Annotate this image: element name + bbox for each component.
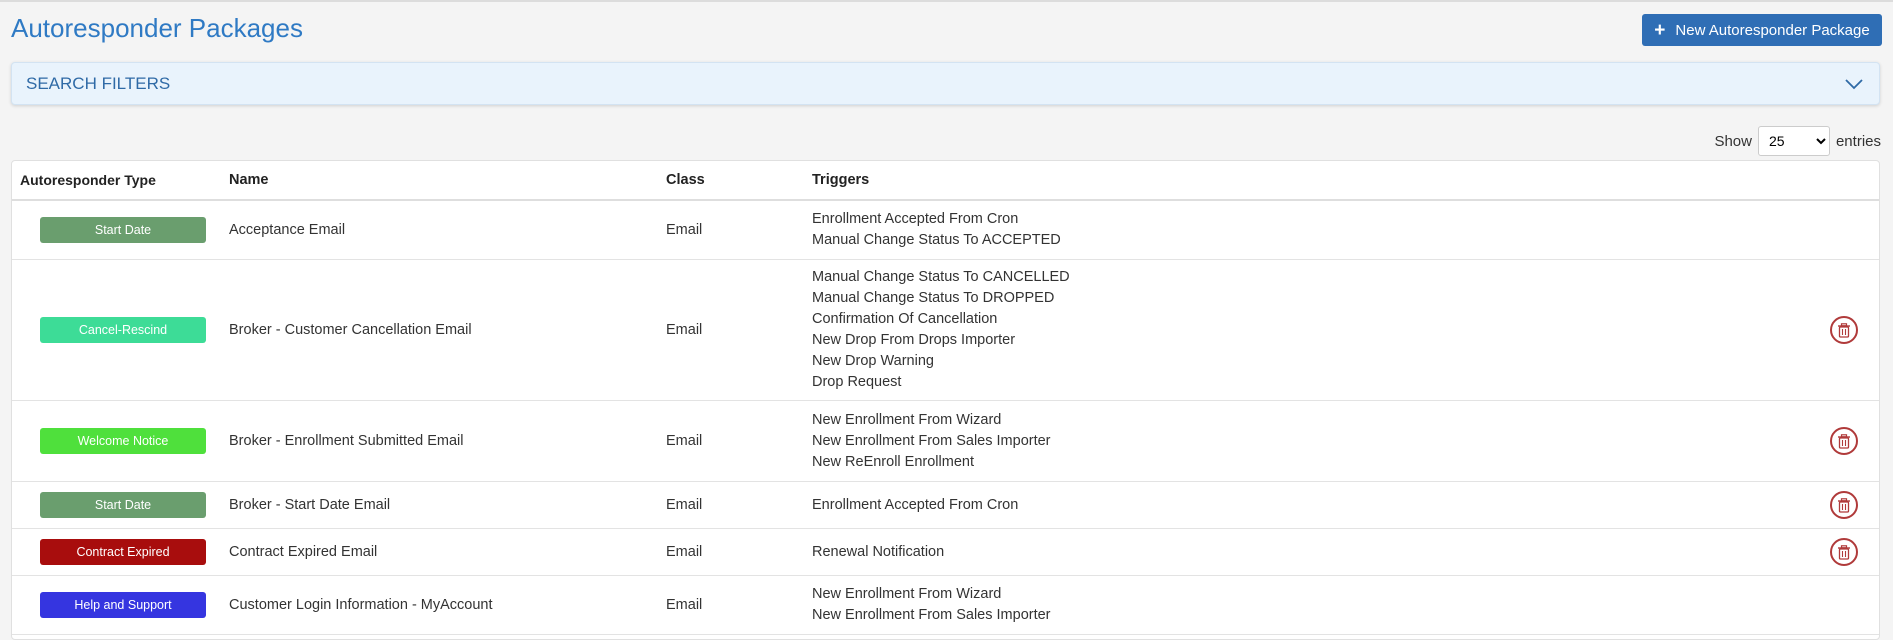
search-filters-label: SEARCH FILTERS — [26, 73, 171, 93]
triggers-cell: New Enrollment From Wizard New Enrollment… — [812, 584, 1809, 626]
top-border — [0, 0, 1893, 2]
trigger-item: Enrollment Accepted From Cron — [812, 211, 1019, 227]
type-badge: Welcome Notice — [40, 428, 206, 454]
column-header-class[interactable]: Class — [666, 172, 812, 188]
actions-cell — [1809, 538, 1879, 566]
column-header-type[interactable]: Autoresponder Type — [12, 172, 229, 188]
table-row[interactable]: Start Date Broker - Start Date Email Email… — [12, 482, 1879, 529]
delete-button[interactable] — [1830, 427, 1858, 455]
table-header: Autoresponder Type Name Class Triggers — [12, 161, 1879, 201]
column-header-name[interactable]: Name — [229, 172, 666, 188]
trigger-item: Renewal Notification — [812, 543, 945, 560]
table-row[interactable]: Welcome Notice Broker - Enrollment Submit… — [12, 401, 1879, 482]
actions-cell — [1809, 491, 1879, 519]
chevron-down-icon — [1845, 78, 1863, 89]
type-cell: Start Date — [12, 492, 229, 518]
type-badge: Cancel-Rescind — [40, 317, 206, 343]
triggers-cell: New Enrollment From Wizard New Enrollment… — [812, 410, 1809, 473]
trash-icon — [1838, 544, 1850, 560]
type-cell: Help and Support — [12, 592, 229, 618]
type-badge: Start Date — [40, 492, 206, 518]
type-cell: Contract Expired — [12, 539, 229, 565]
delete-button[interactable] — [1830, 316, 1858, 344]
trigger-item: New Drop From Drops Importer — [812, 332, 1016, 348]
entries-label: entries — [1835, 132, 1881, 150]
table-body: Start Date Acceptance Email Email Enrollmen… — [12, 201, 1879, 635]
type-cell: Start Date — [12, 217, 229, 243]
triggers-cell: Enrollment Accepted From Cron Manual Chan… — [812, 209, 1809, 251]
type-badge: Contract Expired — [40, 539, 206, 565]
trigger-item: New ReEnroll Enrollment — [812, 453, 974, 470]
name-cell[interactable]: Broker - Start Date Email — [229, 497, 666, 513]
name-cell[interactable]: Acceptance Email — [229, 222, 666, 238]
actions-cell — [1809, 427, 1879, 455]
name-cell[interactable]: Customer Login Information - MyAccount — [229, 597, 666, 613]
table-row[interactable]: Cancel-Rescind Broker - Customer Cancella… — [12, 260, 1879, 401]
delete-button[interactable] — [1830, 491, 1858, 519]
trigger-item: Manual Change Status To CANCELLED — [812, 269, 1070, 285]
delete-button[interactable] — [1830, 538, 1858, 566]
class-cell: Email — [666, 497, 703, 513]
trigger-item: New Enrollment From Wizard — [812, 411, 1002, 428]
table-row[interactable]: Contract Expired Contract Expired Email Em… — [12, 529, 1879, 576]
trigger-item: Drop Request — [812, 374, 902, 390]
trigger-item: Enrollment Accepted From Cron — [812, 496, 1019, 513]
trigger-item: New Drop Warning — [812, 353, 934, 369]
show-label: Show — [1714, 132, 1752, 150]
trash-icon — [1838, 433, 1850, 449]
class-cell: Email — [666, 433, 703, 449]
plus-icon: + — [1654, 19, 1666, 41]
trigger-item: New Enrollment From Wizard — [812, 586, 1002, 602]
class-cell: Email — [666, 597, 703, 613]
autoresponder-table: Autoresponder Type Name Class Triggers S… — [11, 160, 1880, 640]
new-autoresponder-package-button[interactable]: + New Autoresponder Package — [1642, 14, 1882, 46]
trigger-item: Confirmation Of Cancellation — [812, 311, 998, 327]
type-badge: Help and Support — [40, 592, 206, 618]
search-filters-panel[interactable]: SEARCH FILTERS — [11, 62, 1880, 105]
name-cell[interactable]: Contract Expired Email — [229, 544, 666, 560]
entries-control: Show 25 entries — [1714, 126, 1881, 156]
class-cell: Email — [666, 222, 703, 238]
page-title: Autoresponder Packages — [11, 13, 303, 43]
new-button-label: New Autoresponder Package — [1675, 21, 1870, 39]
name-cell[interactable]: Broker - Customer Cancellation Email — [229, 322, 666, 338]
type-badge: Start Date — [40, 217, 206, 243]
triggers-cell: Renewal Notification — [812, 542, 1809, 563]
class-cell: Email — [666, 544, 703, 560]
entries-select[interactable]: 25 — [1757, 126, 1830, 156]
trigger-item: Manual Change Status To DROPPED — [812, 290, 1055, 306]
column-header-triggers[interactable]: Triggers — [812, 170, 1809, 191]
trigger-item: New Enrollment From Sales Importer — [812, 432, 1051, 449]
table-row[interactable]: Help and Support Customer Login Informati… — [12, 576, 1879, 635]
trash-icon — [1838, 497, 1850, 513]
actions-cell — [1809, 316, 1879, 344]
table-row[interactable]: Start Date Acceptance Email Email Enrollmen… — [12, 201, 1879, 260]
name-cell[interactable]: Broker - Enrollment Submitted Email — [229, 433, 666, 449]
trash-icon — [1838, 322, 1850, 338]
triggers-cell: Manual Change Status To CANCELLED Manual … — [812, 267, 1809, 393]
triggers-cell: Enrollment Accepted From Cron — [812, 495, 1809, 516]
type-cell: Cancel-Rescind — [12, 317, 229, 343]
trigger-item: Manual Change Status To ACCEPTED — [812, 232, 1061, 248]
class-cell: Email — [666, 322, 703, 338]
trigger-item: New Enrollment From Sales Importer — [812, 607, 1051, 623]
type-cell: Welcome Notice — [12, 428, 229, 454]
